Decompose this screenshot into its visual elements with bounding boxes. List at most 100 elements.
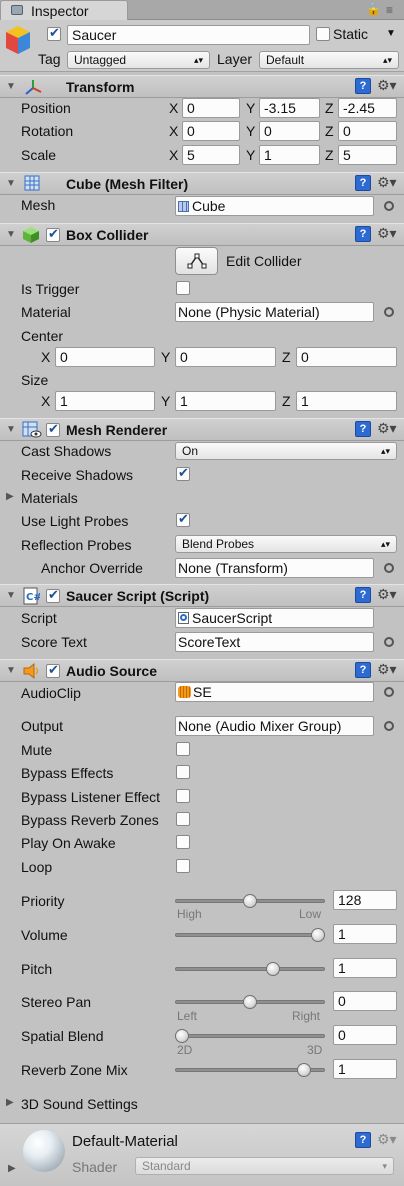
inspector-tab[interactable]: Inspector [0,0,128,20]
box-collider-help-icon[interactable]: ? [355,226,371,242]
output-field[interactable]: None (Audio Mixer Group) [175,716,374,736]
material-foldout-icon[interactable]: ▶ [8,1164,16,1174]
position-x-field[interactable]: 0 [182,98,240,118]
saucer-script-gear-icon[interactable]: ⚙▾ [377,587,397,601]
volume-slider-thumb[interactable] [311,928,325,942]
transform-gear-icon[interactable]: ⚙▾ [377,78,397,92]
audio-source-header[interactable] [0,659,404,682]
play-on-awake-checkbox[interactable] [176,835,190,849]
shader-dropdown[interactable]: Standard ▾ [135,1157,394,1175]
mesh-renderer-foldout-icon[interactable]: ▼ [6,425,16,435]
audioclip-picker-icon[interactable] [384,687,394,697]
mesh-filter-gear-icon[interactable]: ⚙▾ [377,175,397,189]
audio-source-gear-icon[interactable]: ⚙▾ [377,662,397,676]
scale-z-field[interactable]: 5 [338,145,397,165]
rotation-y-field[interactable]: 0 [259,121,320,141]
bypass-listener-checkbox[interactable] [176,789,190,803]
transform-foldout-icon[interactable]: ▼ [6,82,16,92]
receive-shadows-checkbox[interactable] [176,465,190,481]
sound-settings-label[interactable]: 3D Sound Settings [21,1097,138,1111]
pitch-slider[interactable] [175,960,325,978]
priority-slider-thumb[interactable] [243,894,257,908]
transform-help-icon[interactable]: ? [355,78,371,94]
mesh-renderer-header[interactable] [0,418,404,441]
material-help-icon[interactable]: ? [355,1132,371,1148]
lock-icon[interactable]: 🔒 [366,3,381,15]
pitch-field[interactable]: 1 [333,958,397,978]
size-z-field[interactable]: 1 [296,391,397,411]
saucer-script-enabled-checkbox[interactable] [46,587,60,603]
box-collider-header[interactable] [0,223,404,246]
stereo-pan-slider-thumb[interactable] [243,995,257,1009]
reverb-mix-slider[interactable] [175,1061,325,1079]
collider-material-field[interactable]: None (Physic Material) [175,302,374,322]
rotation-x-field[interactable]: 0 [182,121,240,141]
anchor-override-field[interactable]: None (Transform) [175,558,374,578]
mute-checkbox[interactable] [176,742,190,756]
scale-y-field[interactable]: 1 [259,145,320,165]
tag-dropdown[interactable]: Untagged ▴▾ [67,51,210,69]
edit-collider-button[interactable] [175,247,218,275]
saucer-script-help-icon[interactable]: ? [355,587,371,603]
pitch-slider-thumb[interactable] [266,962,280,976]
saucer-script-foldout-icon[interactable]: ▼ [6,591,16,601]
layer-dropdown[interactable]: Default ▴▾ [259,51,399,69]
cast-shadows-dropdown[interactable]: On ▴▾ [175,442,397,460]
volume-field[interactable]: 1 [333,924,397,944]
position-z-field[interactable]: -2.45 [338,98,397,118]
rotation-z-field[interactable]: 0 [338,121,397,141]
mesh-filter-help-icon[interactable]: ? [355,175,371,191]
box-collider-foldout-icon[interactable]: ▼ [6,230,16,240]
spatial-blend-slider[interactable] [175,1027,325,1045]
reverb-mix-slider-thumb[interactable] [297,1063,311,1077]
scale-x-field[interactable]: 5 [182,145,240,165]
use-light-probes-checkbox[interactable] [176,511,190,527]
loop-checkbox[interactable] [176,859,190,873]
anchor-override-picker-icon[interactable] [384,563,394,573]
size-x-field[interactable]: 1 [55,391,155,411]
score-text-picker-icon[interactable] [384,637,394,647]
stereo-pan-field[interactable]: 0 [333,991,397,1011]
center-x-field[interactable]: 0 [55,347,155,367]
position-y-field[interactable]: -3.15 [259,98,320,118]
active-checkbox[interactable] [47,25,61,41]
audio-source-enabled-checkbox[interactable] [46,662,60,678]
spatial-blend-slider-thumb[interactable] [175,1029,189,1043]
mesh-picker-icon[interactable] [384,201,394,211]
materials-label[interactable]: Materials [21,491,78,505]
script-field[interactable]: SaucerScript [175,608,374,628]
mesh-renderer-enabled-checkbox[interactable] [46,421,60,437]
box-collider-gear-icon[interactable]: ⚙▾ [377,226,397,240]
sound-settings-foldout-icon[interactable]: ▶ [6,1098,14,1108]
audioclip-field[interactable]: SE [175,682,374,702]
score-text-field[interactable]: ScoreText [175,632,374,652]
spatial-blend-field[interactable]: 0 [333,1025,397,1045]
volume-slider[interactable] [175,926,325,944]
materials-foldout-icon[interactable]: ▶ [6,492,14,502]
reflection-probes-dropdown[interactable]: Blend Probes ▴▾ [175,535,397,553]
object-name-field[interactable]: Saucer [67,25,310,45]
center-y-field[interactable]: 0 [175,347,276,367]
audio-source-help-icon[interactable]: ? [355,662,371,678]
material-gear-icon[interactable]: ⚙▾ [377,1132,397,1146]
collider-material-picker-icon[interactable] [384,307,394,317]
transform-header[interactable] [0,75,404,98]
mesh-renderer-gear-icon[interactable]: ⚙▾ [377,421,397,435]
is-trigger-checkbox[interactable] [176,281,190,295]
mesh-field[interactable]: Cube [175,196,374,216]
center-z-field[interactable]: 0 [296,347,397,367]
audio-source-foldout-icon[interactable]: ▼ [6,666,16,676]
box-collider-enabled-checkbox[interactable] [46,226,60,242]
menu-icon[interactable]: ≡ [386,4,393,16]
static-dropdown-arrow[interactable]: ▼ [386,29,396,39]
static-checkbox[interactable] [316,27,330,41]
priority-field[interactable]: 128 [333,890,397,910]
bypass-reverb-checkbox[interactable] [176,812,190,826]
output-picker-icon[interactable] [384,721,394,731]
reverb-mix-field[interactable]: 1 [333,1059,397,1079]
mesh-renderer-help-icon[interactable]: ? [355,421,371,437]
mesh-filter-foldout-icon[interactable]: ▼ [6,179,16,189]
mesh-filter-header[interactable] [0,172,404,195]
size-y-field[interactable]: 1 [175,391,276,411]
bypass-effects-checkbox[interactable] [176,765,190,779]
